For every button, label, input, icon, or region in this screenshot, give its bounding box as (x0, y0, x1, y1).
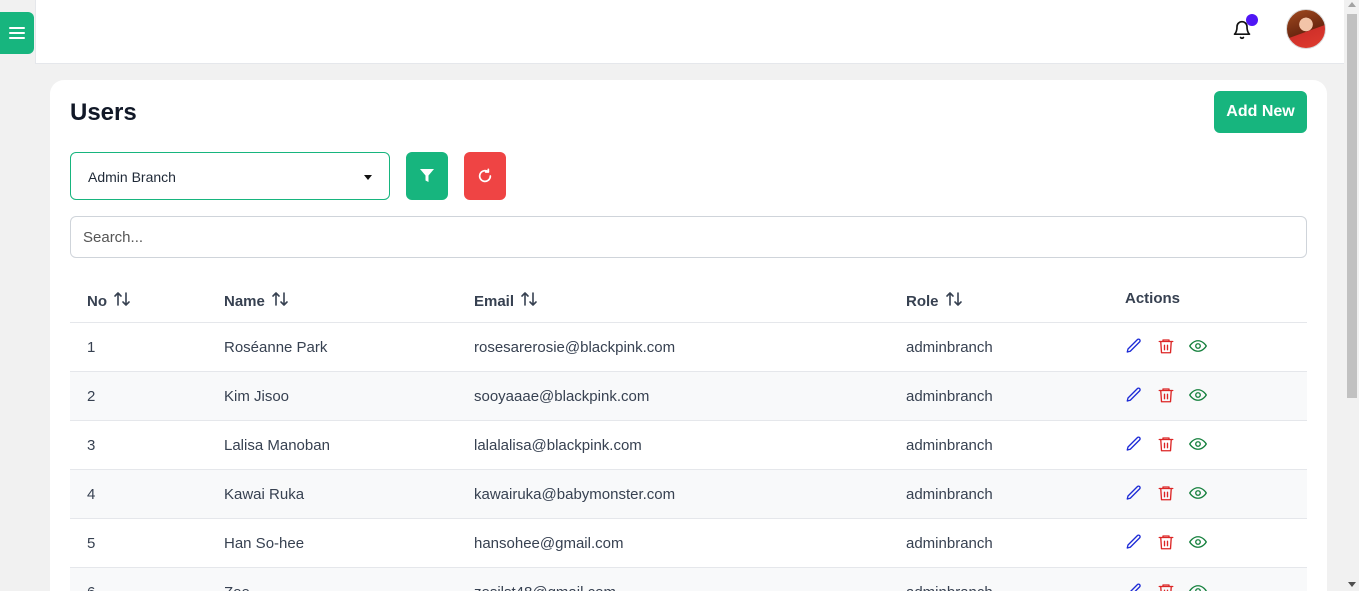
user-avatar[interactable] (1286, 9, 1326, 49)
table-row: 3 Lalisa Manoban lalalalisa@blackpink.com a… (70, 421, 1307, 470)
page-title: Users (70, 99, 137, 126)
table-row: 5 Han So-hee hansohee@gmail.com adminbranch (70, 519, 1307, 568)
edit-icon[interactable] (1125, 533, 1143, 551)
search-input[interactable] (70, 216, 1307, 258)
table-row: 4 Kawai Ruka kawairuka@babymonster.com admi… (70, 470, 1307, 519)
delete-icon[interactable] (1157, 337, 1175, 355)
cell-name: Zoe (224, 584, 250, 591)
table-row: 1 Roséanne Park rosesarerosie@blackpink.co… (70, 323, 1307, 372)
view-icon[interactable] (1189, 386, 1207, 404)
cell-name: Kawai Ruka (224, 486, 305, 503)
column-header-label: Actions (1125, 290, 1181, 307)
chevron-down-icon (364, 175, 372, 180)
cell-name: Kim Jisoo (224, 388, 290, 405)
sidebar-toggle-button[interactable] (0, 12, 34, 54)
row-actions (1125, 337, 1207, 355)
view-icon[interactable] (1189, 533, 1207, 551)
cell-role: adminbranch (906, 486, 993, 503)
column-header-email: Email (474, 290, 538, 312)
add-new-button[interactable]: Add New (1214, 91, 1307, 133)
cell-name: Han So-hee (224, 535, 305, 552)
scroll-up-arrow-icon[interactable] (1348, 2, 1356, 7)
cell-name: Lalisa Manoban (224, 437, 330, 454)
row-actions (1125, 533, 1207, 551)
cell-role: adminbranch (906, 535, 993, 552)
edit-icon[interactable] (1125, 582, 1143, 591)
scroll-down-arrow-icon[interactable] (1348, 582, 1356, 587)
column-header-no: No (87, 290, 131, 312)
table-row: 2 Kim Jisoo sooyaaae@blackpink.com adminbra… (70, 372, 1307, 421)
users-table: No Name Email Role Actions 1 Roséanne Par… (70, 274, 1307, 591)
column-header-label: Role (906, 292, 939, 310)
sort-icon[interactable] (271, 290, 289, 312)
cell-role: adminbranch (906, 584, 993, 591)
column-header-name: Name (224, 290, 289, 312)
cell-email: sooyaaae@blackpink.com (474, 388, 650, 405)
notification-dot (1246, 14, 1258, 26)
row-actions (1125, 582, 1207, 591)
sort-icon[interactable] (520, 290, 538, 312)
cell-no: 3 (87, 437, 96, 454)
row-actions (1125, 435, 1207, 453)
edit-icon[interactable] (1125, 337, 1143, 355)
edit-icon[interactable] (1125, 484, 1143, 502)
view-icon[interactable] (1189, 484, 1207, 502)
cell-email: zosilst48@gmail.com (474, 584, 616, 591)
column-header-label: No (87, 292, 107, 310)
delete-icon[interactable] (1157, 582, 1175, 591)
edit-icon[interactable] (1125, 435, 1143, 453)
row-actions (1125, 484, 1207, 502)
cell-no: 1 (87, 339, 96, 356)
view-icon[interactable] (1189, 337, 1207, 355)
cell-no: 5 (87, 535, 96, 552)
column-header-actions: Actions (1125, 290, 1180, 307)
view-icon[interactable] (1189, 435, 1207, 453)
cell-role: adminbranch (906, 437, 993, 454)
filter-button[interactable] (406, 152, 448, 200)
hamburger-icon (9, 27, 25, 39)
delete-icon[interactable] (1157, 435, 1175, 453)
cell-role: adminbranch (906, 388, 993, 405)
filter-icon (420, 169, 434, 182)
delete-icon[interactable] (1157, 386, 1175, 404)
table-header: No Name Email Role Actions (70, 274, 1307, 323)
branch-select[interactable]: Admin Branch (70, 152, 390, 200)
column-header-role: Role (906, 290, 963, 312)
delete-icon[interactable] (1157, 484, 1175, 502)
cell-email: lalalalisa@blackpink.com (474, 437, 642, 454)
cell-email: rosesarerosie@blackpink.com (474, 339, 676, 356)
row-actions (1125, 386, 1207, 404)
refresh-icon (478, 168, 492, 183)
sort-icon[interactable] (945, 290, 963, 312)
branch-select-value: Admin Branch (88, 169, 176, 185)
column-header-label: Email (474, 292, 515, 310)
cell-no: 2 (87, 388, 96, 405)
page-scrollbar-thumb[interactable] (1347, 14, 1357, 398)
table-row: 6 Zoe zosilst48@gmail.com adminbranch (70, 568, 1307, 591)
view-icon[interactable] (1189, 582, 1207, 591)
sort-icon[interactable] (113, 290, 131, 312)
table-body: 1 Roséanne Park rosesarerosie@blackpink.co… (70, 323, 1307, 591)
cell-email: kawairuka@babymonster.com (474, 486, 676, 503)
cell-name: Roséanne Park (224, 339, 328, 356)
reset-button[interactable] (464, 152, 506, 200)
column-header-label: Name (224, 292, 265, 310)
cell-no: 4 (87, 486, 96, 503)
top-header (35, 0, 1344, 64)
edit-icon[interactable] (1125, 386, 1143, 404)
cell-email: hansohee@gmail.com (474, 535, 624, 552)
cell-role: adminbranch (906, 339, 993, 356)
cell-no: 6 (87, 584, 95, 591)
delete-icon[interactable] (1157, 533, 1175, 551)
